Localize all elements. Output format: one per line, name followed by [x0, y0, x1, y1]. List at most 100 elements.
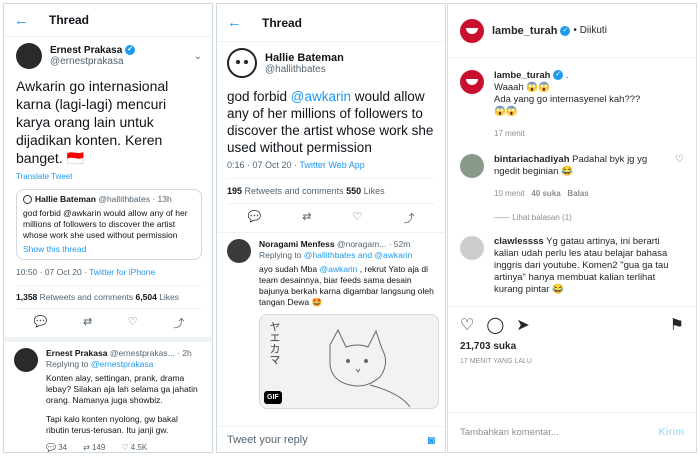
- reply-tweet[interactable]: Noragami Menfess @noragam... · 52m Reply…: [217, 233, 445, 409]
- reply-tweet[interactable]: Ernest Prakasa @ernestprakas... · 2h Rep…: [4, 342, 212, 452]
- author-username[interactable]: lambe_turah: [492, 25, 557, 37]
- follow-status[interactable]: • Diikuti: [573, 25, 607, 36]
- post-caption: lambe_turah ✓ . Waaah 😱😱 Ada yang go int…: [448, 58, 696, 140]
- comment: clawlessss Yg gatau artinya, ini berarti…: [448, 224, 696, 298]
- replying-to-link[interactable]: @hallithbates and @awkarin: [304, 250, 412, 260]
- reply-icon[interactable]: 💬: [248, 210, 262, 226]
- author-name[interactable]: Hallie Bateman: [265, 52, 344, 64]
- reply-text-2: Tapi kalo konten nyolong, gw bakal ribut…: [46, 414, 178, 435]
- tweet-client[interactable]: Twitter for iPhone: [89, 267, 155, 277]
- mention-link[interactable]: @awkarin: [291, 89, 351, 104]
- avatar[interactable]: [16, 43, 42, 69]
- back-arrow-icon[interactable]: ←: [14, 12, 29, 29]
- author-name[interactable]: Ernest Prakasa: [50, 45, 122, 56]
- avatar[interactable]: [460, 18, 484, 43]
- retweet-label: Retweets and comments: [37, 292, 136, 302]
- retweet-count[interactable]: 195: [227, 186, 242, 196]
- post-actions: ♡ ◯ ➤ ⚑: [448, 307, 696, 335]
- mention-link[interactable]: @awkarin: [319, 264, 357, 274]
- chevron-down-icon[interactable]: ⌄: [194, 51, 202, 62]
- tweet-client[interactable]: Twitter Web App: [299, 160, 364, 170]
- verified-icon: ✓: [560, 25, 571, 36]
- bookmark-icon[interactable]: ⚑: [670, 315, 684, 335]
- like-icon[interactable]: ♡: [128, 315, 138, 331]
- tweet-actions: 💬 ⇄ ♡ ⤴: [227, 204, 435, 232]
- tweet-text: Awkarin go internasional karna (lagi-lag…: [16, 78, 169, 166]
- view-replies-button[interactable]: —— Lihat balasan (1): [494, 212, 675, 224]
- back-arrow-icon[interactable]: ←: [227, 14, 242, 31]
- thread-title: Thread: [49, 13, 90, 27]
- avatar[interactable]: [460, 70, 484, 94]
- caption-time: 17 menit: [494, 129, 525, 138]
- verified-icon: ✓: [553, 70, 564, 81]
- share-icon[interactable]: ⤴: [173, 315, 184, 331]
- post-like-count[interactable]: 21,703 suka: [448, 335, 696, 352]
- comment-input[interactable]: Tambahkan komentar...: [460, 427, 658, 438]
- comment-likes[interactable]: 40 suka: [531, 189, 560, 198]
- translate-link[interactable]: Translate Tweet: [16, 172, 202, 181]
- heart-icon[interactable]: ♡: [675, 154, 684, 224]
- camera-icon[interactable]: ◙: [428, 433, 435, 447]
- left-thread-panel: ← Thread Ernest Prakasa ✓ @ernestprakasa…: [3, 3, 213, 453]
- reply-icon[interactable]: 💬 34: [46, 442, 67, 452]
- comment-reply-button[interactable]: Balas: [567, 189, 588, 198]
- like-count: 4.5K: [130, 443, 148, 452]
- caption-line-2: Ada yang go internasyenel kah???: [494, 94, 641, 105]
- tweet-text: god forbid @awkarin would allow any of h…: [227, 88, 435, 156]
- reply-composer[interactable]: Tweet your reply ◙: [217, 426, 445, 452]
- avatar[interactable]: [227, 48, 257, 78]
- comment-composer[interactable]: Tambahkan komentar... Kirim: [448, 412, 696, 452]
- like-count[interactable]: 550: [346, 186, 361, 196]
- tweet-stats: 195 Retweets and comments 550 Likes: [227, 179, 435, 203]
- reply-author-name[interactable]: Ernest Prakasa: [46, 348, 107, 359]
- like-label: Likes: [361, 186, 385, 196]
- avatar[interactable]: [227, 239, 251, 263]
- reply-author-name[interactable]: Noragami Menfess: [259, 239, 335, 250]
- comment-icon[interactable]: ◯: [486, 315, 504, 335]
- author-handle[interactable]: @hallithbates: [265, 64, 344, 75]
- like-icon[interactable]: ♡: [353, 210, 363, 226]
- caption-line-3: 😱😱: [494, 106, 518, 117]
- avatar[interactable]: [460, 236, 484, 260]
- main-tweet: Ernest Prakasa ✓ @ernestprakasa ⌄ Awkari…: [4, 37, 212, 337]
- quote-author-name: Hallie Bateman: [35, 194, 96, 204]
- like-heart-icon[interactable]: ♡: [460, 315, 474, 335]
- comment-username[interactable]: bintariachadiyah: [494, 154, 570, 165]
- instagram-post-panel: lambe_turah ✓ • Diikuti lambe_turah ✓ . …: [447, 3, 697, 453]
- reply-actions: 💬 34 ⇄ 149 ♡ 4.5K: [46, 442, 202, 452]
- retweet-count[interactable]: 1,358: [16, 292, 37, 302]
- like-icon[interactable]: ♡ 4.5K: [121, 442, 148, 452]
- reply-text-1: Konten alay, settingan, prank, drama leb…: [46, 373, 198, 405]
- retweet-icon[interactable]: ⇄: [302, 210, 311, 226]
- post-time: 17 MENIT YANG LALU: [460, 358, 532, 365]
- show-thread-link[interactable]: Show this thread: [23, 244, 195, 255]
- reply-author-handle: @ernestprakas... · 2h: [109, 348, 192, 358]
- reply-text-prefix: ayo sudah Mba: [259, 264, 320, 274]
- quote-author-handle: @hallithbates · 13h: [98, 194, 172, 204]
- like-count[interactable]: 6,504: [136, 292, 157, 302]
- share-icon[interactable]: ⤴: [403, 210, 414, 226]
- avatar[interactable]: [460, 154, 484, 178]
- reply-input[interactable]: Tweet your reply: [227, 434, 428, 446]
- caption-username[interactable]: lambe_turah: [494, 70, 551, 81]
- cat-sketch: [329, 328, 411, 408]
- replying-to-link[interactable]: @ernestprakasa: [91, 359, 154, 369]
- share-icon[interactable]: ➤: [516, 315, 529, 335]
- post-comment-button[interactable]: Kirim: [658, 427, 684, 438]
- replying-label: Replying to: [46, 359, 91, 369]
- quote-text: god forbid @awkarin would allow any of h…: [23, 208, 188, 240]
- avatar[interactable]: [14, 348, 38, 372]
- retweet-icon[interactable]: ⇄: [83, 315, 92, 331]
- thread-title: Thread: [262, 15, 303, 30]
- retweet-icon[interactable]: ⇄ 149: [83, 442, 105, 452]
- retweet-label: Retweets and comments: [242, 186, 347, 196]
- tweet-meta: 0:16 · 07 Oct 20 · Twitter Web App: [227, 160, 435, 170]
- caption-line-1: Waaah 😱😱: [494, 82, 551, 93]
- view-replies-label[interactable]: Lihat balasan (1): [512, 213, 572, 222]
- gif-badge: GIF: [264, 391, 282, 404]
- quoted-tweet[interactable]: Hallie Bateman @hallithbates · 13h god f…: [16, 189, 202, 260]
- gif-image[interactable]: ヤエカマ GIF: [259, 314, 439, 409]
- comment-username[interactable]: clawlessss: [494, 236, 544, 247]
- reply-icon[interactable]: 💬: [34, 315, 48, 331]
- author-handle[interactable]: @ernestprakasa: [50, 56, 194, 67]
